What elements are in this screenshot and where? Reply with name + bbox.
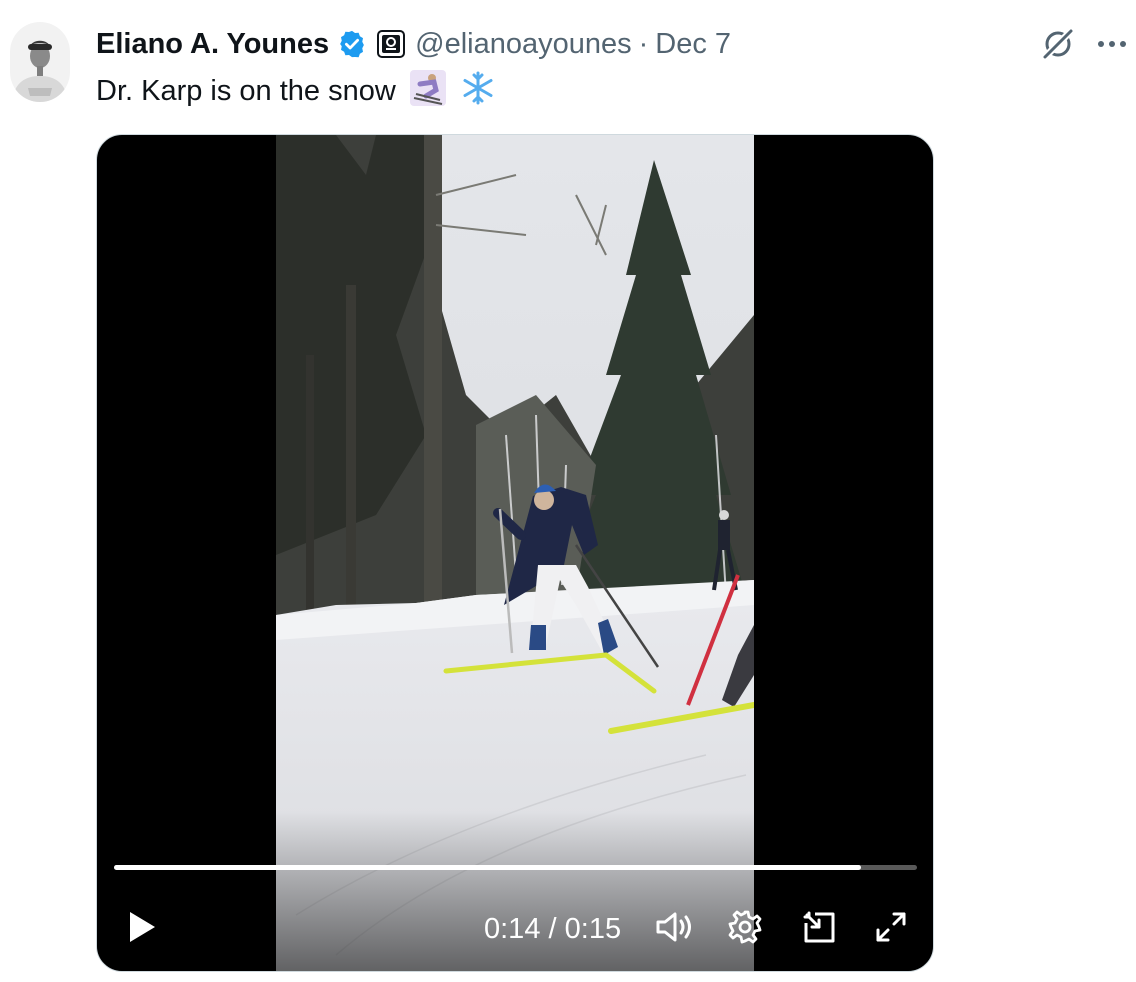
tweet-text: Dr. Karp is on the snow [96, 70, 496, 112]
tweet-date[interactable]: Dec 7 [655, 28, 731, 61]
avatar[interactable] [10, 22, 70, 102]
video-current-time: 0:14 [484, 913, 541, 945]
author-display-name[interactable]: Eliano A. Younes [96, 28, 329, 61]
picture-in-picture-icon [801, 909, 837, 950]
fullscreen-icon [874, 910, 908, 949]
tweet-text-content: Dr. Karp is on the snow [96, 75, 396, 107]
grok-icon[interactable] [1036, 22, 1080, 66]
picture-in-picture-button[interactable] [797, 907, 841, 951]
fullscreen-button[interactable] [869, 907, 913, 951]
verified-badge-icon[interactable] [337, 29, 367, 59]
video-time: 0:14 / 0:15 [484, 907, 621, 951]
video-progress-fill [114, 865, 861, 870]
snowflake-emoji-icon [460, 70, 496, 106]
tweet[interactable]: Eliano A. Younes @elianoayounes · Dec 7 [0, 0, 1136, 982]
volume-button[interactable] [653, 907, 697, 951]
video-time-separator: / [548, 913, 557, 945]
video-player[interactable]: 0:14 / 0:15 [96, 134, 934, 972]
video-duration: 0:15 [564, 913, 622, 945]
skier-emoji-icon [409, 70, 446, 106]
gear-icon [727, 909, 763, 950]
author-handle[interactable]: @elianoayounes [415, 28, 631, 61]
more-icon[interactable] [1090, 22, 1134, 66]
volume-icon [655, 909, 695, 950]
header-separator: · [638, 27, 649, 60]
play-icon [124, 909, 158, 950]
tweet-header: Eliano A. Younes @elianoayounes · Dec 7 [96, 24, 731, 64]
play-button[interactable] [119, 907, 163, 951]
settings-button[interactable] [723, 907, 767, 951]
affiliate-badge-icon[interactable] [377, 30, 406, 58]
video-progress-bar[interactable] [114, 865, 917, 870]
